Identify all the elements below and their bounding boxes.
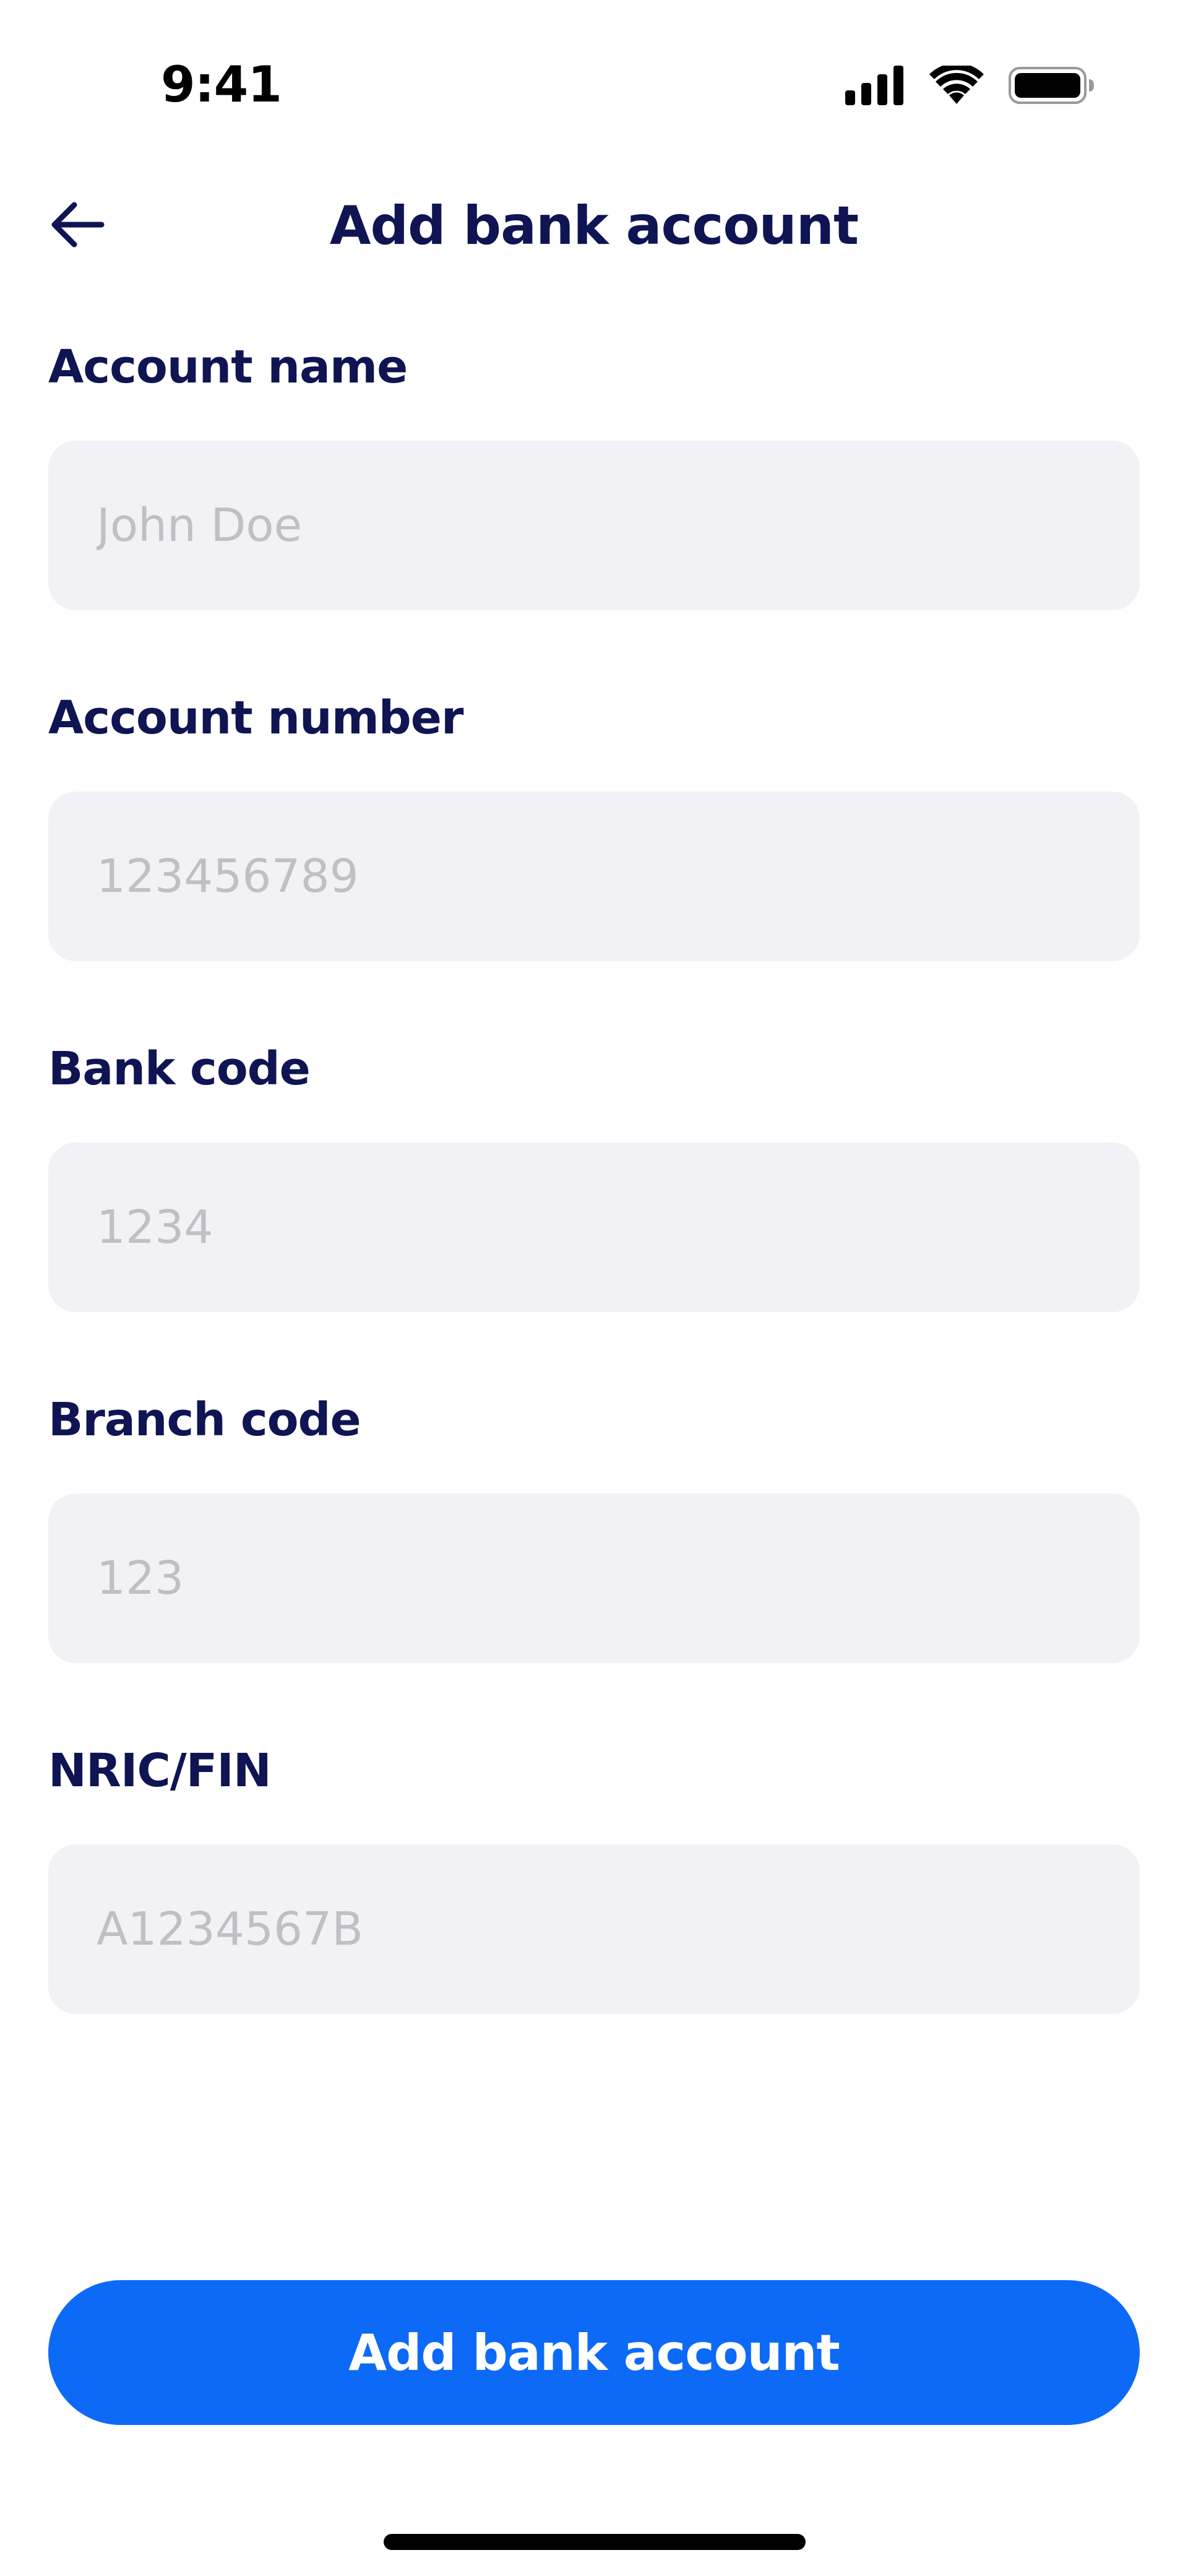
page-title: Add bank account xyxy=(329,195,859,257)
wifi-icon xyxy=(929,63,984,108)
cellular-signal-icon xyxy=(845,65,905,108)
account-number-group: Account number xyxy=(48,679,1140,1030)
branch-code-input[interactable] xyxy=(48,1493,1140,1663)
account-name-label: Account name xyxy=(48,340,408,394)
branch-code-group: Branch code xyxy=(48,1381,1140,1732)
branch-code-label: Branch code xyxy=(48,1393,361,1446)
battery-icon xyxy=(1009,66,1095,108)
status-icons xyxy=(845,62,1095,111)
nric-fin-group: NRIC/FIN xyxy=(48,1732,1140,2083)
bank-code-group: Bank code xyxy=(48,1030,1140,1381)
account-name-group: Account name xyxy=(48,328,1140,679)
status-time: 9:41 xyxy=(161,56,282,113)
nric-fin-label: NRIC/FIN xyxy=(48,1744,272,1797)
status-bar: 9:41 xyxy=(0,0,1188,149)
bank-code-input[interactable] xyxy=(48,1143,1140,1312)
account-number-label: Account number xyxy=(48,691,463,745)
account-name-input[interactable] xyxy=(48,441,1140,610)
account-number-input[interactable] xyxy=(48,792,1140,961)
bank-account-form: Account name Account number Bank code Br… xyxy=(48,328,1140,2083)
add-bank-account-button[interactable]: Add bank account xyxy=(48,2280,1140,2425)
home-indicator xyxy=(384,2534,806,2550)
header: Add bank account xyxy=(0,173,1188,279)
bank-code-label: Bank code xyxy=(48,1042,311,1096)
nric-fin-input[interactable] xyxy=(48,1844,1140,2014)
